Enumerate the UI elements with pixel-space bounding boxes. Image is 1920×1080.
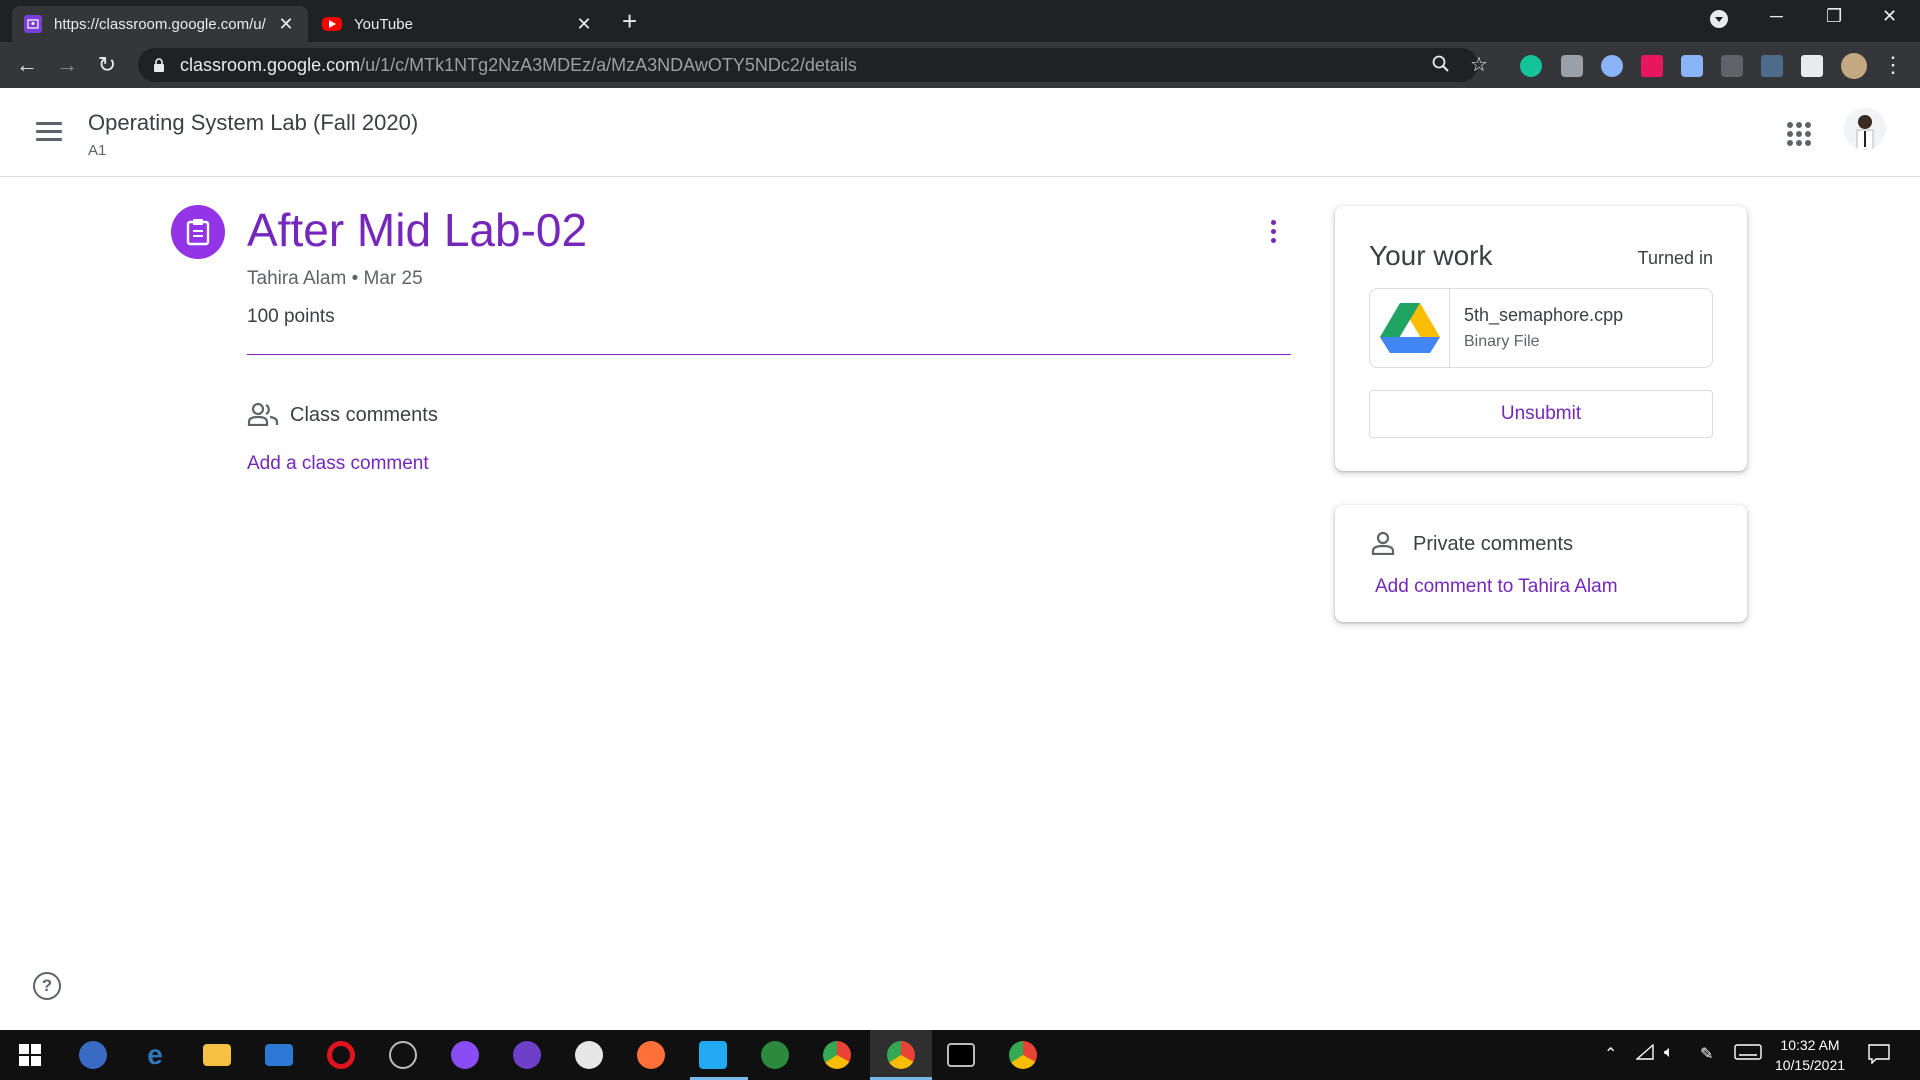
satellite-app-icon[interactable] (389, 1041, 417, 1069)
vscode-app-icon[interactable] (699, 1041, 727, 1069)
file-explorer-icon[interactable] (203, 1044, 231, 1066)
google-drive-icon (1370, 289, 1450, 367)
add-class-comment-link[interactable]: Add a class comment (247, 453, 429, 475)
camera-extension-icon[interactable] (1561, 55, 1583, 77)
close-tab-icon[interactable]: ✕ (574, 14, 594, 35)
paint-app-icon[interactable] (575, 1041, 603, 1069)
google-apps-icon[interactable] (1787, 122, 1811, 146)
bookmark-star-icon[interactable]: ☆ (1470, 52, 1488, 77)
your-work-title: Your work (1369, 240, 1493, 271)
download-extension-icon[interactable] (1681, 55, 1703, 77)
person-icon (1371, 531, 1395, 560)
add-private-comment-link[interactable]: Add comment to Tahira Alam (1375, 576, 1618, 598)
github-app-icon[interactable] (513, 1041, 541, 1069)
browser-toolbar: ← → ↻ classroom.google.com/u/1/c/MTk1NTg… (0, 42, 1920, 88)
volume-icon[interactable]: 🔈︎ (1664, 1044, 1674, 1062)
chrome-menu-icon[interactable]: ⋮ (1880, 52, 1906, 78)
attachment-chip[interactable]: 5th_semaphore.cpp Binary File (1369, 288, 1713, 368)
more-options-icon[interactable] (1268, 220, 1278, 247)
zoom-icon[interactable] (1432, 55, 1450, 79)
globe-app-icon[interactable] (761, 1041, 789, 1069)
restore-icon[interactable]: ❐ (1826, 6, 1842, 27)
terminal-app-icon[interactable] (947, 1043, 975, 1067)
youtube-favicon-icon (322, 17, 342, 31)
windows-start-icon[interactable] (16, 1041, 44, 1069)
class-name[interactable]: Operating System Lab (Fall 2020) (88, 110, 418, 136)
private-comments-card: Private comments Add comment to Tahira A… (1335, 505, 1747, 622)
windows-taskbar: e ⌃ 🔈︎ ✎ 10:32 AM 10/15/2021 (0, 1030, 1920, 1080)
tab-search-icon[interactable] (1710, 10, 1728, 33)
taskbar-clock[interactable]: 10:32 AM 10/15/2021 (1772, 1035, 1848, 1075)
wifi-icon[interactable] (1635, 1043, 1654, 1065)
show-hidden-icons-icon[interactable]: ⌃ (1604, 1044, 1617, 1064)
title-divider (247, 354, 1291, 355)
attachment-file-name: 5th_semaphore.cpp (1464, 305, 1624, 325)
grammarly-extension-icon[interactable] (1520, 55, 1542, 77)
play-extension-icon[interactable] (1641, 55, 1663, 77)
tab-classroom[interactable]: https://classroom.google.com/u/ ✕ (12, 6, 308, 42)
extensions-puzzle-icon[interactable] (1801, 55, 1823, 77)
close-tab-icon[interactable]: ✕ (276, 14, 296, 35)
forward-icon[interactable]: → (54, 52, 80, 78)
private-comments-heading: Private comments (1413, 533, 1574, 555)
class-section: A1 (88, 142, 107, 159)
quickbooks-app-icon[interactable] (79, 1041, 107, 1069)
main-menu-icon[interactable] (36, 122, 62, 146)
chrome-dev-app-icon[interactable] (1009, 1041, 1037, 1069)
messenger-app-icon[interactable] (451, 1041, 479, 1069)
minimize-icon[interactable]: ─ (1770, 6, 1783, 27)
close-window-icon[interactable]: ✕ (1882, 6, 1897, 27)
assignment-author: Tahira Alam (247, 268, 347, 289)
firefox-app-icon[interactable] (637, 1041, 665, 1069)
meta-separator: • (351, 268, 359, 289)
clock-time: 10:32 AM (1780, 1037, 1840, 1053)
attachment-file-type: Binary File (1464, 333, 1540, 350)
profile-avatar-icon[interactable] (1841, 53, 1867, 79)
classroom-favicon-icon (24, 15, 42, 33)
pen-tray-icon[interactable]: ✎ (1700, 1044, 1713, 1064)
new-tab-button[interactable]: + (622, 8, 637, 34)
tab-youtube[interactable]: YouTube ✕ (310, 6, 606, 42)
screen-extension-icon[interactable] (1721, 55, 1743, 77)
unsubmit-button[interactable]: Unsubmit (1369, 390, 1713, 438)
edge-app-icon[interactable]: e (141, 1039, 169, 1070)
tab-title: https://classroom.google.com/u/ (54, 15, 266, 33)
reload-icon[interactable]: ↻ (94, 52, 120, 78)
class-comments-heading: Class comments (290, 404, 438, 426)
clock-date: 10/15/2021 (1774, 1057, 1846, 1073)
opera-app-icon[interactable] (327, 1041, 355, 1069)
url-path: /u/1/c/MTk1NTg2NzA3MDEz/a/MzA3NDAwOTY5ND… (360, 54, 857, 75)
account-avatar[interactable] (1844, 108, 1886, 150)
assignment-title: After Mid Lab-02 (247, 204, 588, 256)
help-icon[interactable]: ? (33, 972, 61, 1000)
url-host: classroom.google.com (180, 54, 361, 75)
classroom-header: Operating System Lab (Fall 2020) A1 (0, 88, 1920, 177)
assignment-meta: Tahira Alam • Mar 25 (247, 268, 423, 290)
mail-app-icon[interactable] (265, 1044, 293, 1066)
browser-tab-strip: https://classroom.google.com/u/ ✕ YouTub… (0, 0, 1920, 42)
assignment-icon (171, 205, 225, 259)
lock-icon (154, 58, 164, 72)
assignment-date: Mar 25 (363, 268, 423, 289)
keyboard-icon[interactable] (1734, 1044, 1762, 1065)
people-icon (247, 402, 279, 431)
tab-title: YouTube (354, 15, 413, 33)
submission-status: Turned in (1637, 248, 1713, 268)
chrome-profile-app-icon[interactable] (823, 1041, 851, 1069)
back-icon[interactable]: ← (14, 52, 40, 78)
notifications-icon[interactable] (1868, 1044, 1890, 1069)
assignment-points: 100 points (247, 306, 335, 327)
address-bar[interactable]: classroom.google.com/u/1/c/MTk1NTg2NzA3M… (138, 48, 1488, 82)
pen-extension-icon[interactable] (1761, 55, 1783, 77)
your-work-card: Your work Turned in 5th_semaphore.cpp Bi… (1335, 206, 1747, 471)
chrome-app-icon[interactable] (887, 1041, 915, 1069)
url-text: classroom.google.com/u/1/c/MTk1NTg2NzA3M… (180, 55, 857, 76)
vpn-extension-icon[interactable] (1601, 55, 1623, 77)
